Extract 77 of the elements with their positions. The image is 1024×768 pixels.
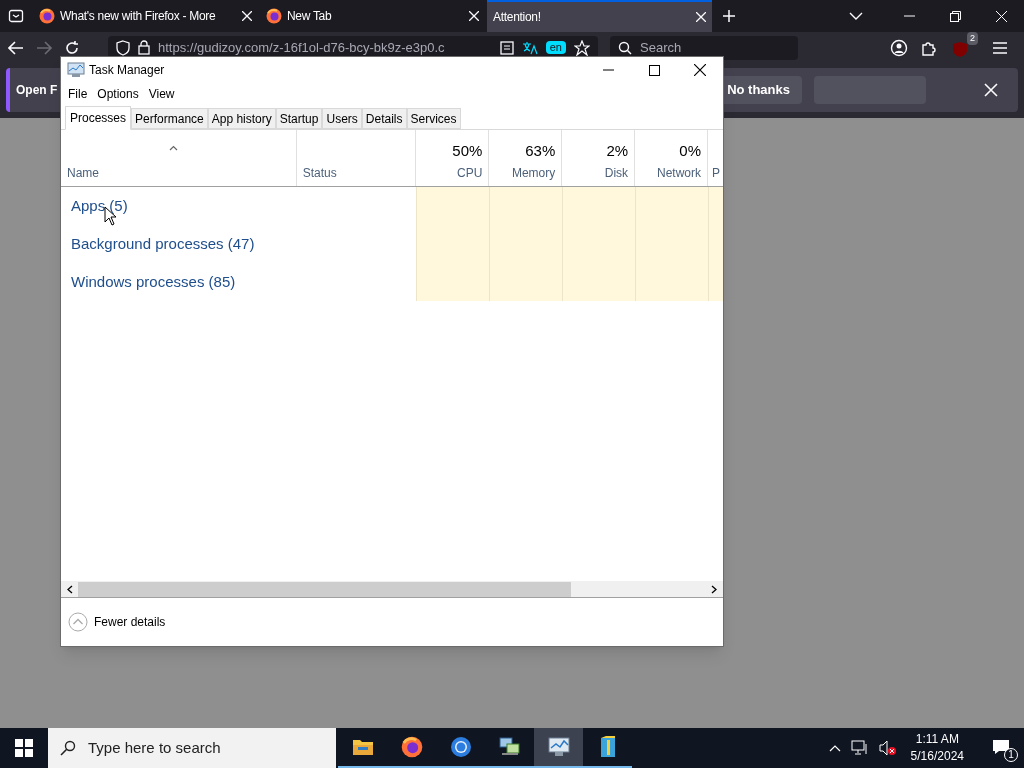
minimize-icon[interactable] (602, 69, 614, 71)
speaker-muted-icon[interactable] (878, 740, 897, 756)
column-header[interactable]: 2% Disk (561, 130, 635, 186)
column-header[interactable]: 0% Network (634, 130, 707, 186)
close-tab-icon[interactable] (469, 11, 479, 21)
column-label: Status (302, 165, 338, 182)
task-manager-icon (67, 62, 85, 78)
group-header[interactable]: Windows processes (85) (71, 270, 236, 294)
scroll-right-icon[interactable] (711, 584, 718, 594)
search-icon (60, 740, 76, 756)
forward-icon[interactable] (36, 40, 52, 55)
horizontal-scrollbar[interactable] (78, 581, 571, 597)
tab-list-icon[interactable] (8, 8, 24, 24)
browser-tab[interactable]: Attention! (487, 0, 712, 32)
column-header[interactable]: 63% Memory (488, 130, 562, 186)
tab[interactable]: Details (361, 108, 407, 129)
search-icon (618, 40, 632, 55)
column-percentage: 0% (679, 140, 701, 161)
windows-start-icon[interactable] (15, 739, 33, 757)
column-label: Memory (511, 165, 556, 182)
taskbar-app[interactable] (534, 728, 583, 768)
close-icon[interactable] (694, 64, 706, 76)
computers-icon (497, 736, 522, 758)
tab[interactable]: Performance (131, 108, 208, 129)
tab[interactable]: Processes (65, 106, 132, 130)
menu-icon[interactable] (992, 40, 1008, 55)
clock-date[interactable]: 5/16/2024 (910, 748, 964, 765)
reload-icon[interactable] (64, 39, 80, 56)
notification-text: Open F (16, 82, 58, 99)
firefox-icon (400, 736, 423, 758)
language-badge[interactable]: en (545, 41, 566, 54)
column-header[interactable]: P (707, 130, 723, 186)
column-header[interactable]: Name (61, 130, 296, 186)
window-title: Task Manager (89, 62, 165, 79)
account-icon[interactable] (890, 38, 908, 57)
tab[interactable]: App history (207, 108, 276, 129)
network-icon[interactable] (850, 740, 869, 756)
tab[interactable]: Services (406, 108, 461, 129)
column-percentage: 50% (452, 140, 483, 161)
column-label: Name (67, 165, 100, 182)
scroll-left-icon[interactable] (66, 584, 73, 594)
tab[interactable]: Startup (275, 108, 323, 129)
browser-circle-icon (449, 736, 472, 758)
column-label: CPU (457, 165, 483, 182)
restore-icon[interactable] (949, 10, 961, 22)
clock-time[interactable]: 1:11 AM (915, 731, 959, 748)
column-percentage: 2% (606, 140, 629, 161)
url-text: https://gudizoy.com/z-16f1ol-d76-bcy-bk9z-e3p0.c (158, 40, 446, 55)
back-icon[interactable] (8, 40, 24, 55)
close-tab-icon[interactable] (696, 12, 706, 22)
menu-item[interactable]: File (63, 85, 93, 103)
taskbar-search-field[interactable]: Type here to search (48, 728, 336, 768)
group-header[interactable]: Background processes (47) (71, 232, 255, 256)
close-tab-icon[interactable] (242, 11, 252, 21)
menu-item[interactable]: View (143, 85, 180, 103)
folder-icon (351, 738, 374, 756)
maximize-icon[interactable] (648, 64, 660, 76)
new-tab-icon[interactable] (722, 9, 736, 23)
column-percentage: 63% (525, 140, 556, 161)
column-header[interactable]: Status (295, 130, 416, 186)
column-header[interactable]: 50% CPU (415, 130, 489, 186)
tab[interactable]: Users (322, 108, 362, 129)
sort-ascending-icon[interactable] (169, 145, 178, 151)
chevron-up-icon[interactable] (828, 744, 841, 752)
group-header[interactable]: Apps (5) (71, 194, 128, 218)
chevron-down-icon[interactable] (849, 11, 863, 21)
column-label: Network (657, 165, 701, 182)
notification-count: 1 (1004, 748, 1018, 762)
column-label: P (712, 165, 721, 182)
task-manager-icon (546, 736, 571, 758)
column-label: Disk (604, 165, 629, 182)
search-field[interactable]: Search (610, 35, 798, 60)
notification-center-icon[interactable] (992, 739, 1010, 755)
translate-icon (521, 40, 538, 55)
menu-item[interactable]: Options (92, 85, 144, 103)
fewer-details-link[interactable]: Fewer details (94, 613, 166, 631)
count-badge: 2 (967, 31, 978, 45)
